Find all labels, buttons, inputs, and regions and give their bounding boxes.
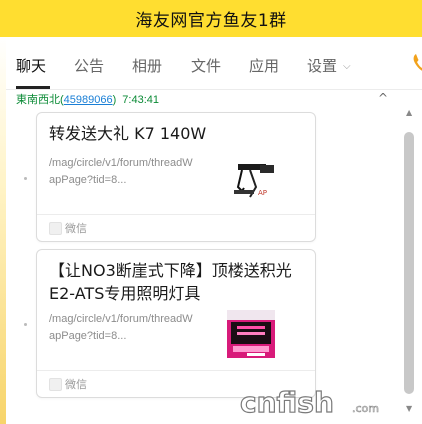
tab-bar: 聊天 公告 相册 文件 应用 设置 ⌵ (6, 37, 422, 90)
tab-files[interactable]: 文件 (191, 55, 221, 76)
pink-aquarium-light-thumbnail (227, 310, 275, 358)
title-bar: 海友网官方鱼友1群 (0, 0, 422, 37)
share-card[interactable]: 【让NO3断崖式下降】顶楼送积光E2-ATS专用照明灯具 /mag/circle… (36, 249, 316, 398)
message-time: 7:43:41 (122, 94, 159, 106)
tab-apps[interactable]: 应用 (249, 55, 279, 76)
site-watermark: cnfish .com (236, 384, 406, 420)
tab-settings[interactable]: 设置 ⌵ (307, 55, 351, 76)
window-title: 海友网官方鱼友1群 (135, 11, 287, 31)
scrollbar[interactable]: ▲ ▼ (404, 108, 416, 413)
tab-chat[interactable]: 聊天 (16, 55, 46, 76)
watermark-text: cnfish (240, 386, 334, 419)
phone-icon[interactable] (412, 52, 422, 74)
active-tab-indicator (16, 86, 50, 89)
lamp-fixture-thumbnail: AP (230, 157, 278, 205)
collapse-caret[interactable]: ^ (378, 91, 388, 105)
chevron-down-icon: ⌵ (343, 61, 351, 72)
wechat-icon (49, 222, 62, 235)
tab-announcement[interactable]: 公告 (74, 55, 104, 76)
scroll-down-arrow-icon[interactable]: ▼ (406, 404, 412, 413)
svg-text:AP: AP (258, 189, 267, 197)
card-url: /mag/circle/v1/forum/threadWapPage?tid=8… (49, 157, 193, 186)
share-card[interactable]: 转发送大礼 K7 140W /mag/circle/v1/forum/threa… (36, 112, 316, 242)
sender-name[interactable]: 東南西北 (16, 94, 60, 106)
card-footer: 微信 (37, 214, 315, 241)
sender-id-close: ) (112, 94, 117, 106)
card-title[interactable]: 【让NO3断崖式下降】顶楼送积光E2-ATS专用照明灯具 (49, 259, 303, 305)
card-url: /mag/circle/v1/forum/threadWapPage?tid=8… (49, 313, 193, 342)
left-edge-strip (0, 37, 6, 424)
bullet-dot (24, 323, 27, 326)
scroll-up-arrow-icon[interactable]: ▲ (406, 108, 412, 117)
scroll-thumb[interactable] (404, 132, 414, 394)
card-source: 微信 (65, 222, 87, 235)
watermark-suffix: .com (352, 402, 379, 415)
bullet-dot (24, 177, 27, 180)
tab-album[interactable]: 相册 (132, 55, 162, 76)
message-header: 東南西北(45989066) 7:43:41 (16, 91, 159, 107)
card-title[interactable]: 转发送大礼 K7 140W (49, 122, 303, 145)
wechat-icon (49, 378, 62, 391)
card-source: 微信 (65, 378, 87, 391)
sender-id-link[interactable]: 45989066 (64, 94, 113, 106)
tab-settings-label: 设置 (307, 57, 338, 75)
